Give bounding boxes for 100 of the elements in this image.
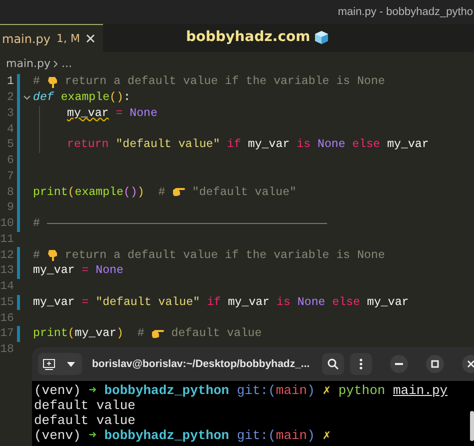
line-number: 1 [6, 75, 14, 88]
code-token: my_var [248, 138, 291, 152]
terminal-text: ) [307, 383, 316, 398]
terminal-text: main [276, 383, 308, 398]
terminal-text: git:( [236, 428, 276, 443]
terminal-text: python [338, 383, 386, 398]
code-token: # [137, 327, 146, 340]
pointing-down-hand-icon [46, 249, 58, 262]
code-token: # [158, 186, 166, 199]
line-number: 14 [0, 280, 14, 294]
code-token: print [33, 327, 68, 340]
site-title: bobbyhadz.com [186, 29, 310, 45]
maximize-button[interactable] [426, 355, 444, 373]
code-token: else [352, 138, 382, 152]
code-token: example [60, 91, 110, 104]
fold-chevron-icon[interactable] [23, 94, 31, 101]
code-token: ) [137, 186, 146, 199]
terminal-text: ) [307, 428, 316, 443]
terminal-text: (venv) [34, 428, 82, 443]
terminal-text: bobbyhadz_python [104, 383, 230, 398]
line-number: 10 [0, 217, 14, 230]
terminal-text: main.py [392, 383, 448, 398]
breadcrumb-item[interactable]: ... [61, 57, 72, 70]
line-number: 15 [0, 296, 14, 309]
close-icon [466, 360, 474, 368]
line-number: 17 [0, 327, 14, 340]
window-title: main.py - bobbyhadz_pytho [338, 6, 473, 18]
code-token: example [74, 186, 124, 199]
code-token: : [123, 91, 130, 104]
minimize-icon [394, 363, 403, 365]
minimize-button[interactable] [390, 355, 408, 373]
code-token: # [33, 217, 41, 230]
terminal-text: git:( [236, 383, 276, 398]
code-token: my_var [367, 296, 409, 309]
code-token: = [82, 296, 90, 309]
warning-code-token: my_var [67, 106, 109, 120]
code-token: "default value" [116, 138, 222, 152]
code-token: = [114, 106, 124, 120]
code-token: my_var [74, 327, 117, 340]
code-token: if [227, 138, 242, 152]
cube-icon [314, 30, 330, 44]
line-number: 16 [0, 312, 14, 325]
line-number: 3 [6, 106, 14, 120]
code-token: print [33, 186, 68, 199]
line-number: 9 [6, 201, 14, 214]
code-token: "default value" [191, 186, 297, 199]
line-number: 5 [6, 138, 14, 152]
terminal-text: default value [34, 413, 136, 428]
menu-button[interactable] [350, 353, 372, 375]
line-number: 8 [6, 186, 14, 199]
code-token: is [296, 138, 312, 152]
code-token: ) [116, 327, 124, 340]
close-icon[interactable] [86, 34, 95, 43]
code-token: return [67, 138, 110, 152]
terminal-text: ➜ [88, 428, 98, 443]
code-token: return a default value if the variable is None [64, 248, 385, 262]
scrollbar[interactable] [470, 411, 474, 441]
code-token: () [110, 91, 124, 104]
code-token: "default value" [96, 296, 201, 309]
code-token: default value [170, 327, 262, 340]
caret-icon [67, 362, 75, 366]
code-token: ( [68, 327, 75, 340]
code-token: ( [68, 186, 75, 199]
code-token: else [332, 296, 362, 309]
maximize-icon [430, 360, 439, 368]
menu-icon [358, 358, 363, 370]
code-token: None [96, 264, 124, 278]
code-token: return a default value if the variable is None [64, 75, 385, 88]
code-token: my_var [33, 264, 76, 278]
line-number: 4 [6, 122, 14, 136]
chevron-right-icon [53, 60, 58, 68]
code-token: my_var [387, 138, 429, 152]
terminal-title: borislav@borislav:~/Desktop/bobbyhadz_... [92, 358, 310, 370]
new-tab-icon [43, 358, 55, 370]
code-token: if [206, 296, 222, 309]
code-token: None [317, 138, 346, 152]
code-token: None [130, 106, 158, 120]
pointing-right-hand-icon [151, 328, 164, 339]
pointing-right-hand-icon [172, 187, 186, 198]
line-number: 11 [0, 232, 14, 246]
code-token: my_var [33, 296, 76, 309]
terminal-text: default value [34, 398, 136, 413]
editor-tab[interactable]: main.py 1, M [0, 24, 103, 52]
code-token: # [33, 248, 41, 262]
terminal-text: main [276, 428, 308, 443]
line-number: 12 [0, 248, 14, 262]
search-icon [326, 358, 339, 370]
terminal-text: ✗ [322, 383, 332, 398]
breadcrumb-item[interactable]: main.py [6, 57, 50, 70]
code-token: def [33, 91, 55, 104]
code-token: = [82, 264, 90, 278]
line-number: 6 [6, 154, 14, 168]
pointing-down-hand-icon [46, 76, 58, 88]
code-token: my_var [228, 296, 271, 309]
terminal-text: bobbyhadz_python [104, 428, 230, 443]
code-token: () [123, 186, 138, 199]
search-button[interactable] [322, 353, 344, 375]
line-number: 7 [6, 170, 14, 183]
terminal-text: ➜ [88, 383, 96, 398]
terminal-text: (venv) [34, 383, 82, 398]
